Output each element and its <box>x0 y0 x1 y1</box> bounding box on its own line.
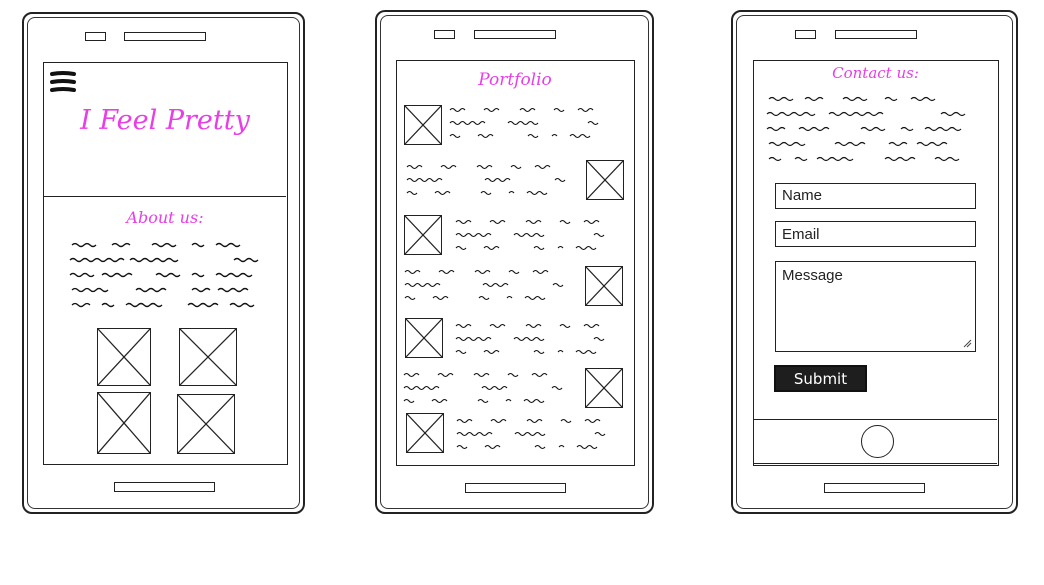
phone-camera <box>85 32 106 41</box>
portfolio-text-1 <box>449 107 599 139</box>
phone-camera <box>434 30 455 39</box>
phone-home-bar <box>114 482 215 492</box>
phone-mockup-portfolio: Portfolio <box>375 10 654 514</box>
phone-screen: Contact us: Name Email Message Submit <box>753 60 999 466</box>
gallery-image-4[interactable] <box>177 394 235 454</box>
phone-home-bar <box>465 483 566 493</box>
portfolio-text-7 <box>456 418 606 450</box>
submit-button[interactable]: Submit <box>774 365 867 392</box>
portfolio-image-2[interactable] <box>586 160 624 200</box>
portfolio-image-3[interactable] <box>404 215 442 255</box>
phone-screen: I Feel Pretty About us: <box>43 62 288 465</box>
message-textarea[interactable]: Message <box>775 261 976 352</box>
section-title-portfolio: Portfolio <box>478 70 552 90</box>
portfolio-text-5 <box>455 323 605 355</box>
portfolio-image-7[interactable] <box>406 413 444 453</box>
name-field-placeholder: Name <box>782 187 823 204</box>
portfolio-text-4 <box>404 269 564 301</box>
portfolio-image-5[interactable] <box>405 318 443 358</box>
email-field[interactable]: Email <box>775 221 976 247</box>
phone-speaker <box>124 32 206 41</box>
home-button-bar <box>754 419 997 464</box>
hero-title: I Feel Pretty <box>80 105 250 136</box>
section-title-about: About us: <box>126 208 204 227</box>
name-field[interactable]: Name <box>775 183 976 209</box>
gallery-image-1[interactable] <box>97 328 151 386</box>
portfolio-image-4[interactable] <box>585 266 623 306</box>
portfolio-text-3 <box>455 219 605 251</box>
resize-handle-icon[interactable] <box>962 338 972 348</box>
hamburger-menu-icon[interactable] <box>50 71 76 93</box>
phone-speaker <box>835 30 917 39</box>
gallery-image-3[interactable] <box>97 392 151 454</box>
portfolio-image-1[interactable] <box>404 105 442 145</box>
phone-home-bar <box>824 483 925 493</box>
portfolio-text-2 <box>406 164 566 196</box>
portfolio-image-6[interactable] <box>585 368 623 408</box>
hero-header: I Feel Pretty <box>44 63 286 197</box>
phone-speaker <box>474 30 556 39</box>
email-field-placeholder: Email <box>782 226 820 243</box>
placeholder-text-block <box>69 242 259 308</box>
section-title-contact: Contact us: <box>832 64 919 82</box>
gallery-image-2[interactable] <box>179 328 237 386</box>
phone-screen: Portfolio <box>396 60 635 466</box>
phone-camera <box>795 30 816 39</box>
contact-intro-text <box>766 96 966 162</box>
phone-mockup-home: I Feel Pretty About us: <box>22 12 305 514</box>
message-textarea-placeholder: Message <box>782 267 843 284</box>
portfolio-text-6 <box>403 372 563 404</box>
home-button-icon[interactable] <box>861 425 894 458</box>
phone-mockup-contact: Contact us: Name Email Message Submit <box>731 10 1018 514</box>
